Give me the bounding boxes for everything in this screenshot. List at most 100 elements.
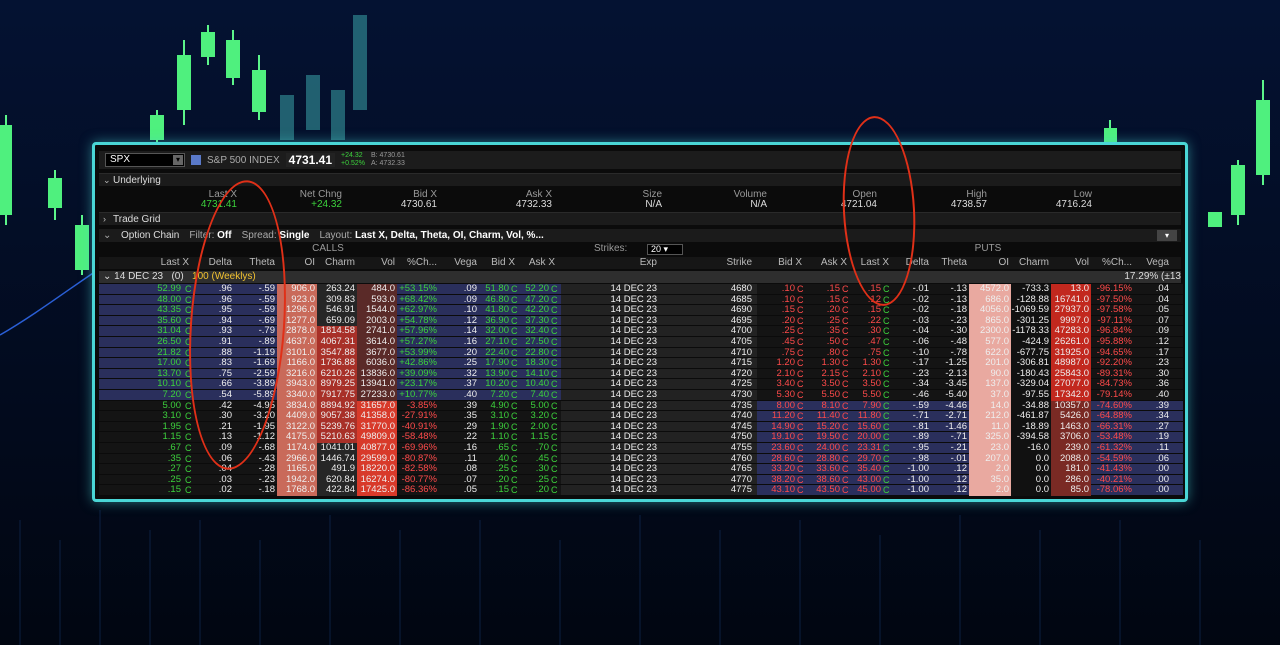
strikes-select[interactable]: 20 ▾ [647, 244, 683, 255]
column-header[interactable]: Vol [1051, 257, 1091, 268]
table-cell[interactable]: .40 [1134, 389, 1171, 401]
expiry-row[interactable]: ⌄ 14 DEC 23 (0) 100 (Weeklys) 17.29% (±1… [99, 271, 1181, 283]
column-header[interactable]: Vol [357, 257, 397, 268]
chevron-down-icon[interactable]: ⌄ [103, 271, 114, 282]
table-cell[interactable]: 4572.0 [969, 283, 1011, 295]
table-cell[interactable]: .54 [191, 389, 234, 401]
table-cell[interactable]: +57.27% [397, 336, 439, 348]
table-cell[interactable]: -424.9 [1011, 336, 1051, 348]
table-cell[interactable]: .20 [517, 485, 551, 496]
table-cell[interactable]: .16 [439, 442, 479, 454]
table-cell[interactable]: 7.20 [99, 389, 183, 401]
chevron-down-icon[interactable]: ⌄ [103, 175, 113, 186]
column-header[interactable]: Vega [1134, 257, 1171, 268]
column-header[interactable]: Last X [99, 257, 191, 268]
table-cell[interactable]: 24.00 [804, 442, 842, 454]
option-chain-label[interactable]: Option Chain [121, 230, 179, 241]
table-cell[interactable]: .96 [191, 283, 234, 295]
table-cell[interactable]: -69.96% [397, 442, 439, 454]
table-cell[interactable]: 1041.01 [317, 442, 357, 454]
chevron-down-icon[interactable]: ⌄ [103, 230, 111, 241]
table-cell[interactable]: -.89 [234, 336, 277, 348]
table-cell[interactable]: +53.15% [397, 283, 439, 295]
table-cell[interactable]: -.48 [931, 336, 969, 348]
table-row[interactable]: 52.99 C .96 -.59 906.0 263.24 484.0 +53.15% .09 5… [99, 283, 1183, 295]
table-cell[interactable]: 52.20 [517, 283, 551, 295]
table-cell[interactable]: .02 [191, 485, 234, 496]
table-cell[interactable]: 14 DEC 23 [574, 442, 659, 454]
table-cell[interactable]: 14 DEC 23 [574, 336, 659, 348]
column-header[interactable]: Bid X [759, 257, 804, 268]
column-header[interactable]: %Ch... [1091, 257, 1134, 268]
table-cell[interactable]: 23.60 [759, 442, 797, 454]
column-header[interactable]: Theta [234, 257, 277, 268]
table-cell[interactable]: -61.32% [1091, 442, 1134, 454]
table-cell[interactable]: -16.0 [1011, 442, 1051, 454]
table-cell[interactable]: 27.50 [517, 336, 551, 348]
table-cell[interactable]: 14 DEC 23 [574, 485, 659, 496]
column-header[interactable]: Vega [439, 257, 479, 268]
table-cell[interactable]: 5.50 [804, 389, 842, 401]
table-cell[interactable]: 4730 [684, 389, 754, 401]
table-cell[interactable]: .00 [1134, 485, 1171, 496]
table-cell[interactable]: 239.0 [1051, 442, 1091, 454]
table-cell[interactable]: -.21 [931, 442, 969, 454]
table-row[interactable]: .15 C .02 -.18 1768.0 422.84 17425.0 -86.36% .05… [99, 485, 1183, 496]
table-cell[interactable]: .12 [931, 485, 969, 496]
column-header[interactable]: OI [277, 257, 317, 268]
table-cell[interactable]: 37.0 [969, 389, 1011, 401]
table-cell[interactable]: 2.0 [969, 485, 1011, 496]
column-header[interactable]: Ask X [804, 257, 849, 268]
column-header[interactable]: %Ch... [397, 257, 439, 268]
table-cell[interactable]: -79.14% [1091, 389, 1134, 401]
table-cell[interactable]: -86.36% [397, 485, 439, 496]
table-cell[interactable]: 4755 [684, 442, 754, 454]
table-cell[interactable]: .67 [99, 442, 183, 454]
table-row[interactable]: 26.50 C .91 -.89 4637.0 4067.31 3614.0 +57.27%.… [99, 336, 1183, 348]
table-cell[interactable]: 14 DEC 23 [574, 389, 659, 401]
column-header[interactable]: Exp [574, 257, 659, 268]
table-cell[interactable]: 7917.75 [317, 389, 357, 401]
table-cell[interactable]: .10 [759, 283, 797, 295]
table-cell[interactable]: 577.0 [969, 336, 1011, 348]
table-cell[interactable]: .45 [759, 336, 797, 348]
table-cell[interactable]: .15 [849, 283, 883, 295]
table-cell[interactable]: 51.80 [479, 283, 511, 295]
table-cell[interactable]: 45.00 [849, 485, 883, 496]
table-cell[interactable]: -.06 [891, 336, 931, 348]
table-cell[interactable]: 27233.0 [357, 389, 397, 401]
table-cell[interactable]: 3340.0 [277, 389, 317, 401]
table-row[interactable]: .67 C .09 -.68 1174.0 1041.01 40877.0 -69.96% .1… [99, 442, 1183, 454]
underlying-section-header[interactable]: ⌄ Underlying [99, 173, 1181, 186]
table-cell[interactable]: .15 [99, 485, 183, 496]
table-cell[interactable]: .04 [1134, 283, 1171, 295]
column-header[interactable]: Last X [849, 257, 891, 268]
table-cell[interactable]: .47 [849, 336, 883, 348]
table-cell[interactable]: 4775 [684, 485, 754, 496]
symbol-dropdown-icon[interactable]: ▾ [173, 155, 183, 165]
table-cell[interactable]: .09 [439, 283, 479, 295]
spread-control[interactable]: Spread: Single [242, 230, 310, 241]
table-cell[interactable]: 0.0 [1011, 485, 1051, 496]
table-cell[interactable]: .50 [804, 336, 842, 348]
table-cell[interactable]: .11 [1134, 442, 1171, 454]
table-cell[interactable]: .15 [479, 485, 511, 496]
table-cell[interactable]: 4637.0 [277, 336, 317, 348]
table-cell[interactable]: .40 [439, 389, 479, 401]
table-cell[interactable]: 85.0 [1051, 485, 1091, 496]
table-cell[interactable]: -.68 [234, 442, 277, 454]
table-cell[interactable]: .91 [191, 336, 234, 348]
table-cell[interactable]: .12 [1134, 336, 1171, 348]
table-cell[interactable]: 3614.0 [357, 336, 397, 348]
table-cell[interactable]: 26261.0 [1051, 336, 1091, 348]
table-cell[interactable]: .65 [479, 442, 511, 454]
table-cell[interactable]: -96.15% [1091, 283, 1134, 295]
table-cell[interactable]: 13.0 [1051, 283, 1091, 295]
table-cell[interactable]: 14 DEC 23 [574, 283, 659, 295]
table-cell[interactable]: -5.40 [931, 389, 969, 401]
table-cell[interactable]: +10.77% [397, 389, 439, 401]
filter-control[interactable]: Filter: Off [189, 230, 231, 241]
table-cell[interactable]: .05 [439, 485, 479, 496]
table-cell[interactable]: 23.0 [969, 442, 1011, 454]
table-cell[interactable]: 484.0 [357, 283, 397, 295]
